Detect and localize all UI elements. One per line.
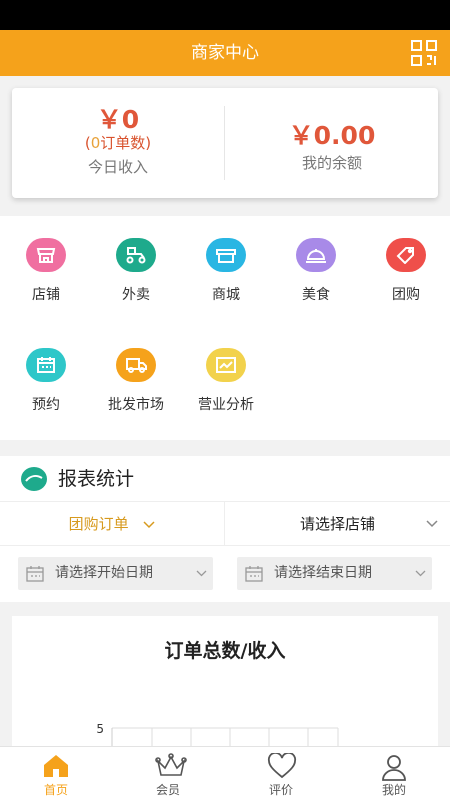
user-icon <box>382 755 406 781</box>
income-value: ￥0 <box>96 105 140 134</box>
delivery-scooter-icon <box>116 238 156 272</box>
report-header: 报表统计 <box>0 456 450 502</box>
today-income[interactable]: ￥0 (0订单数) 今日收入 <box>12 88 224 198</box>
orders-count: (0订单数) <box>84 134 152 152</box>
chevron-down-icon <box>143 520 155 528</box>
grid-item-wholesale[interactable]: 批发市场 <box>91 348 181 414</box>
report-leaf-icon <box>21 467 47 491</box>
heart-icon <box>267 753 297 779</box>
grid-item-food[interactable]: 美食 <box>271 238 361 304</box>
my-balance[interactable]: ￥0.00 我的余额 <box>226 88 438 198</box>
report-title: 报表统计 <box>58 468 135 490</box>
balance-label: 我的余额 <box>301 154 362 172</box>
date-range: 请选择开始日期 请选择结束日期 <box>0 546 450 602</box>
analytics-chart-icon <box>206 348 246 382</box>
grid-item-groupbuy[interactable]: 团购 <box>361 238 450 304</box>
store-icon <box>26 238 66 272</box>
calendar-icon <box>26 348 66 382</box>
report-filters: 团购订单 请选择店铺 <box>0 502 450 546</box>
bottom-tab-bar: 首页 会员 评价 我的 <box>0 746 450 800</box>
tab-profile[interactable]: 我的 <box>338 747 450 800</box>
divider <box>224 106 225 180</box>
grid-item-analytics[interactable]: 营业分析 <box>181 348 271 414</box>
order-chart: 订单总数/收入 5 <box>12 616 438 756</box>
balance-value: ￥0.00 <box>288 121 376 150</box>
grid-item-booking[interactable]: 预约 <box>1 348 91 414</box>
tab-members[interactable]: 会员 <box>112 747 224 800</box>
grid-item-delivery[interactable]: 外卖 <box>91 238 181 304</box>
chevron-down-icon <box>196 570 207 577</box>
grid-item-store[interactable]: 店铺 <box>1 238 91 304</box>
start-date-picker[interactable]: 请选择开始日期 <box>18 557 213 590</box>
calendar-icon <box>26 566 44 582</box>
status-bar <box>0 0 450 30</box>
tag-icon <box>386 238 426 272</box>
app-header: 商家中心 <box>0 30 450 76</box>
qr-code-icon[interactable] <box>410 39 438 67</box>
tab-reviews[interactable]: 评价 <box>225 747 337 800</box>
chevron-down-icon <box>415 570 426 577</box>
feature-grid: 店铺 外卖 商城 美食 团购 预约 批发市场 营业分析 <box>0 216 450 440</box>
store-select-dropdown[interactable]: 请选择店铺 <box>225 502 450 546</box>
page-title: 商家中心 <box>191 43 259 63</box>
tab-home[interactable]: 首页 <box>0 747 112 800</box>
summary-card: ￥0 (0订单数) 今日收入 ￥0.00 我的余额 <box>12 88 438 198</box>
food-cloche-icon <box>296 238 336 272</box>
calendar-icon <box>245 566 263 582</box>
chevron-down-icon <box>426 520 438 528</box>
crown-icon <box>155 753 187 776</box>
grid-item-mall[interactable]: 商城 <box>181 238 271 304</box>
income-label: 今日收入 <box>87 158 148 176</box>
end-date-picker[interactable]: 请选择结束日期 <box>237 557 432 590</box>
truck-icon <box>116 348 156 382</box>
chart-plot: 5 <box>96 722 339 756</box>
home-icon <box>44 755 68 777</box>
order-type-dropdown[interactable]: 团购订单 <box>0 502 224 546</box>
shop-mall-icon <box>206 238 246 272</box>
y-tick-label: 5 <box>96 722 104 736</box>
